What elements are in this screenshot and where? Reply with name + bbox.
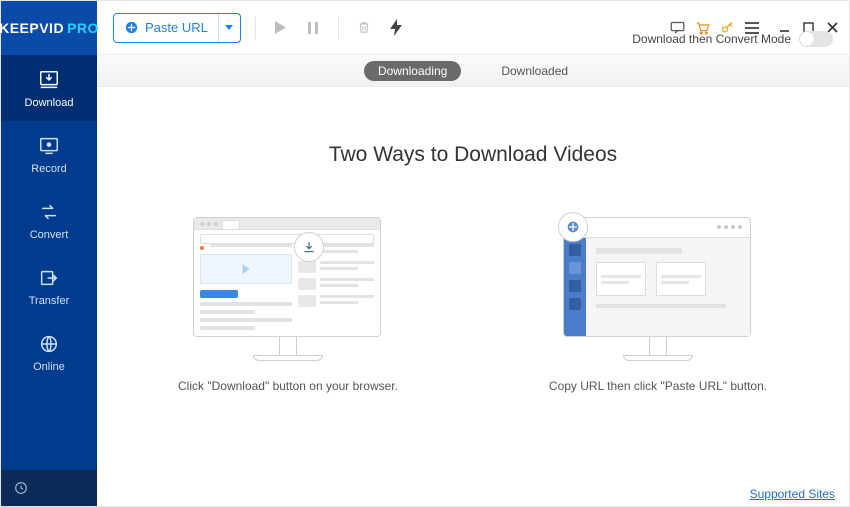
convert-mode-toggle[interactable] bbox=[799, 31, 833, 47]
chevron-down-icon bbox=[225, 25, 233, 30]
sidebar-item-label: Convert bbox=[30, 229, 69, 241]
method-browser: Click "Download" button on your browser. bbox=[158, 217, 418, 395]
separator bbox=[338, 17, 339, 39]
delete-button[interactable] bbox=[353, 17, 375, 39]
sidebar-item-convert[interactable]: Convert bbox=[1, 187, 97, 253]
method-browser-caption: Click "Download" button on your browser. bbox=[178, 377, 398, 395]
download-badge-icon bbox=[294, 232, 324, 262]
main-panel: Two Ways to Download Videos bbox=[97, 87, 849, 482]
paste-url-label: Paste URL bbox=[145, 20, 208, 35]
app-window: KEEPVID PRO Download Record Convert Tran… bbox=[0, 0, 850, 507]
trash-icon bbox=[357, 20, 371, 35]
illustration-row: Click "Download" button on your browser. bbox=[158, 217, 788, 395]
clock-icon[interactable] bbox=[13, 480, 29, 496]
download-icon bbox=[35, 69, 63, 91]
pause-icon bbox=[308, 22, 318, 34]
headline: Two Ways to Download Videos bbox=[329, 143, 617, 167]
content-area: Paste URL bbox=[97, 1, 849, 506]
pause-button[interactable] bbox=[302, 17, 324, 39]
separator bbox=[255, 17, 256, 39]
convert-mode-row: Download then Convert Mode bbox=[632, 31, 833, 47]
paste-url-dropdown[interactable] bbox=[218, 14, 240, 42]
tab-downloading-label: Downloading bbox=[378, 64, 447, 78]
monitor-illustration bbox=[193, 217, 383, 361]
brand-logo: KEEPVID PRO bbox=[1, 1, 97, 55]
convert-mode-label: Download then Convert Mode bbox=[632, 32, 791, 46]
sidebar-item-label: Record bbox=[31, 163, 66, 175]
footer: Supported Sites bbox=[97, 482, 849, 506]
record-icon bbox=[35, 135, 63, 157]
brand-text-2: PRO bbox=[67, 20, 99, 36]
play-icon bbox=[275, 21, 286, 34]
plus-badge-icon bbox=[558, 212, 588, 242]
sidebar-item-record[interactable]: Record bbox=[1, 121, 97, 187]
sidebar-item-label: Download bbox=[25, 97, 74, 109]
lightning-icon bbox=[390, 19, 402, 36]
sidebar-nav: Download Record Convert Transfer Online bbox=[1, 55, 97, 470]
brand-text-1: KEEPVID bbox=[0, 20, 64, 36]
method-paste: Copy URL then click "Paste URL" button. bbox=[528, 217, 788, 395]
sidebar-item-label: Online bbox=[33, 361, 65, 373]
plus-circle-icon bbox=[124, 20, 139, 35]
play-button[interactable] bbox=[270, 17, 292, 39]
paste-url-button[interactable]: Paste URL bbox=[114, 14, 218, 42]
sidebar: KEEPVID PRO Download Record Convert Tran… bbox=[1, 1, 97, 506]
globe-icon bbox=[35, 333, 63, 355]
sidebar-item-label: Transfer bbox=[29, 295, 70, 307]
subtabs: Downloading Downloaded bbox=[97, 55, 849, 87]
sidebar-item-download[interactable]: Download bbox=[1, 55, 97, 121]
sidebar-item-online[interactable]: Online bbox=[1, 319, 97, 385]
convert-icon bbox=[35, 201, 63, 223]
tab-downloaded-label: Downloaded bbox=[501, 64, 568, 78]
turbo-button[interactable] bbox=[385, 17, 407, 39]
transfer-icon bbox=[35, 267, 63, 289]
supported-sites-link[interactable]: Supported Sites bbox=[750, 487, 835, 501]
method-paste-caption: Copy URL then click "Paste URL" button. bbox=[549, 377, 767, 395]
monitor-illustration bbox=[563, 217, 753, 361]
sidebar-footer bbox=[1, 470, 97, 506]
tab-downloaded[interactable]: Downloaded bbox=[487, 61, 582, 81]
tab-downloading[interactable]: Downloading bbox=[364, 61, 461, 81]
paste-url-group: Paste URL bbox=[113, 13, 241, 43]
sidebar-item-transfer[interactable]: Transfer bbox=[1, 253, 97, 319]
